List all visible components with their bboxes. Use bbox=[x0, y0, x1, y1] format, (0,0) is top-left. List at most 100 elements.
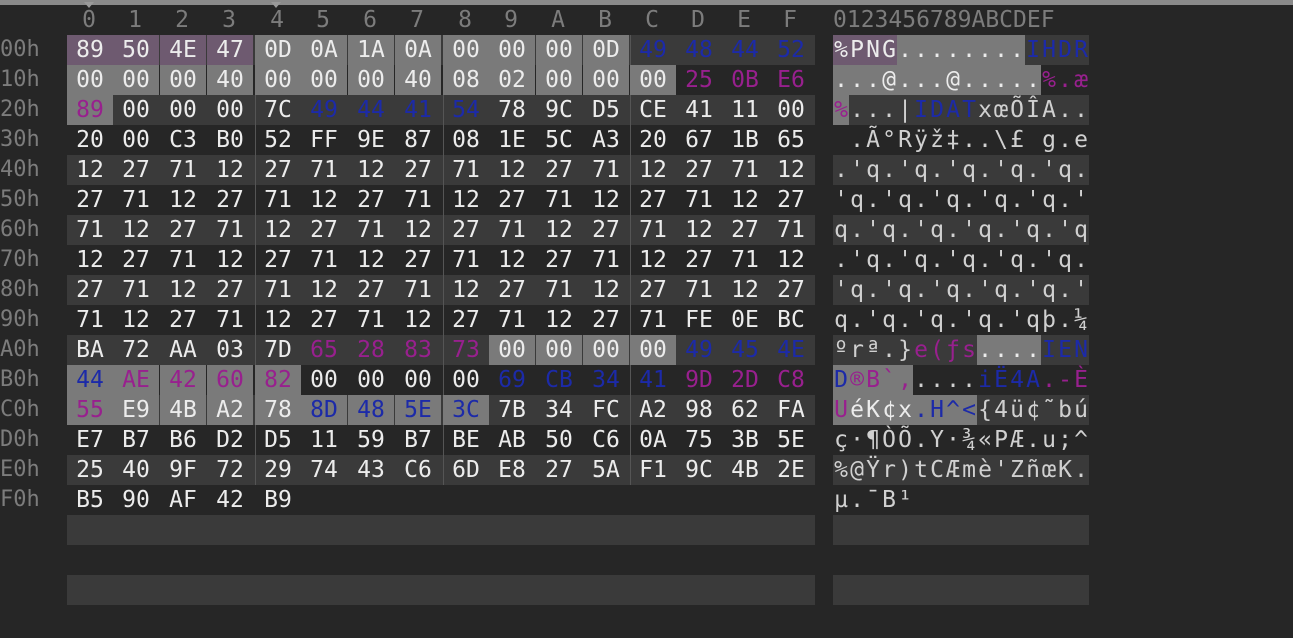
ascii-char-cell[interactable]: t bbox=[913, 455, 929, 485]
ascii-char-cell[interactable]: ' bbox=[849, 245, 865, 275]
ascii-char-cell[interactable]: - bbox=[1057, 365, 1073, 395]
ascii-char-cell[interactable]: q bbox=[913, 245, 929, 275]
ascii-char-cell[interactable]: q bbox=[929, 215, 945, 245]
ascii-char-cell[interactable]: ' bbox=[1009, 215, 1025, 245]
hex-byte-cell[interactable]: CB bbox=[536, 365, 582, 395]
ascii-char-cell[interactable]: ' bbox=[993, 245, 1009, 275]
ascii-char-cell[interactable]: ‚ bbox=[897, 365, 913, 395]
ascii-char-cell[interactable]: s bbox=[961, 335, 977, 365]
ascii-char-cell[interactable]: ' bbox=[897, 245, 913, 275]
hex-byte-cell[interactable]: 0E bbox=[722, 305, 768, 335]
ascii-char-cell[interactable]: . bbox=[993, 215, 1009, 245]
hex-byte-cell[interactable]: 20 bbox=[630, 125, 676, 155]
ascii-char-cell[interactable]: ' bbox=[961, 305, 977, 335]
hex-byte-cell[interactable]: AE bbox=[113, 365, 159, 395]
hex-byte-cell[interactable]: 71 bbox=[536, 185, 582, 215]
hex-byte-cell[interactable]: 7B bbox=[489, 395, 535, 425]
ascii-char-cell[interactable]: . bbox=[929, 245, 945, 275]
hex-byte-cell[interactable]: 00 bbox=[536, 35, 582, 65]
ascii-char-cell[interactable]: q bbox=[977, 215, 993, 245]
hex-byte-cell[interactable]: 71 bbox=[301, 245, 347, 275]
ascii-char-cell[interactable]: m bbox=[961, 455, 977, 485]
hex-byte-cell[interactable]: 78 bbox=[489, 95, 535, 125]
ascii-char-cell[interactable]: % bbox=[833, 35, 849, 65]
ascii-char-cell[interactable]: q bbox=[881, 215, 897, 245]
ascii-char-cell[interactable]: . bbox=[897, 305, 913, 335]
hex-byte-cell[interactable]: 71 bbox=[489, 305, 535, 335]
ascii-char-cell[interactable]: 4 bbox=[993, 395, 1009, 425]
hex-byte-cell[interactable]: A3 bbox=[583, 125, 629, 155]
ascii-char-cell[interactable]: q bbox=[849, 185, 865, 215]
hex-byte-cell[interactable]: 12 bbox=[583, 275, 629, 305]
hex-byte-cell[interactable]: 27 bbox=[489, 275, 535, 305]
hex-byte-cell[interactable]: 3C bbox=[443, 395, 489, 425]
hex-byte-cell[interactable]: 00 bbox=[113, 95, 159, 125]
ascii-char-cell[interactable]: . bbox=[849, 65, 865, 95]
ascii-char-cell[interactable]: . bbox=[945, 215, 961, 245]
ascii-char-cell[interactable]: ' bbox=[865, 305, 881, 335]
hex-byte-cell[interactable]: 5A bbox=[583, 455, 629, 485]
hex-byte-cell[interactable]: 47 bbox=[207, 35, 253, 65]
ascii-char-cell[interactable]: . bbox=[977, 35, 993, 65]
hex-byte-cell[interactable]: 71 bbox=[395, 275, 441, 305]
hex-byte-cell[interactable]: 65 bbox=[301, 335, 347, 365]
ascii-char-cell[interactable]: q bbox=[849, 275, 865, 305]
ascii-char-cell[interactable]: . bbox=[977, 155, 993, 185]
ascii-char-cell[interactable]: ‡ bbox=[945, 125, 961, 155]
ascii-char-cell[interactable]: è bbox=[977, 455, 993, 485]
hex-byte-cell[interactable]: 12 bbox=[395, 215, 441, 245]
hex-byte-cell[interactable]: FE bbox=[676, 305, 722, 335]
hex-byte-cell[interactable]: 71 bbox=[301, 155, 347, 185]
hex-byte-cell[interactable]: AF bbox=[160, 485, 206, 515]
hex-byte-cell[interactable]: 00 bbox=[443, 35, 489, 65]
ascii-char-cell[interactable]: Ë bbox=[993, 365, 1009, 395]
hex-byte-cell[interactable]: 9C bbox=[536, 95, 582, 125]
hex-byte-cell[interactable]: 69 bbox=[489, 365, 535, 395]
hex-byte-cell[interactable]: 27 bbox=[676, 155, 722, 185]
ascii-char-cell[interactable]: . bbox=[865, 95, 881, 125]
ascii-char-cell[interactable]: . bbox=[1025, 425, 1041, 455]
hex-byte-cell[interactable]: 49 bbox=[676, 335, 722, 365]
ascii-char-cell[interactable]: . bbox=[961, 365, 977, 395]
ascii-char-cell[interactable]: e bbox=[1073, 125, 1089, 155]
hex-byte-cell[interactable]: B6 bbox=[160, 425, 206, 455]
ascii-char-cell[interactable]: Y bbox=[929, 425, 945, 455]
hex-byte-cell[interactable]: FA bbox=[768, 395, 814, 425]
ascii-char-cell[interactable]: œ bbox=[1041, 455, 1057, 485]
hex-byte-cell[interactable]: 72 bbox=[113, 335, 159, 365]
ascii-char-cell[interactable]: ' bbox=[929, 185, 945, 215]
hex-byte-cell[interactable]: 1E bbox=[489, 125, 535, 155]
hex-byte-cell[interactable]: 52 bbox=[255, 125, 301, 155]
ascii-char-cell[interactable]: \ bbox=[993, 125, 1009, 155]
hex-byte-cell[interactable]: 12 bbox=[630, 245, 676, 275]
hex-byte-cell[interactable]: D5 bbox=[255, 425, 301, 455]
hex-byte-cell[interactable]: 40 bbox=[207, 65, 253, 95]
hex-byte-cell[interactable]: 12 bbox=[768, 155, 814, 185]
hex-byte-cell[interactable]: 71 bbox=[113, 275, 159, 305]
ascii-char-cell[interactable]: . bbox=[833, 245, 849, 275]
ascii-char-cell[interactable]: . bbox=[929, 65, 945, 95]
hex-byte-cell[interactable]: 0A bbox=[395, 35, 441, 65]
hex-byte-cell[interactable]: 2D bbox=[722, 365, 768, 395]
ascii-char-cell[interactable]: q bbox=[1041, 275, 1057, 305]
ascii-char-cell[interactable]: ¢ bbox=[1025, 395, 1041, 425]
hex-byte-cell[interactable]: 12 bbox=[113, 305, 159, 335]
hex-byte-cell[interactable]: 27 bbox=[255, 245, 301, 275]
ascii-char-cell[interactable]: ' bbox=[1009, 305, 1025, 335]
ascii-char-cell[interactable]: . bbox=[1009, 335, 1025, 365]
hex-byte-cell[interactable]: 27 bbox=[583, 305, 629, 335]
ascii-char-cell[interactable]: ü bbox=[1009, 395, 1025, 425]
hex-byte-cell[interactable]: 71 bbox=[443, 245, 489, 275]
hex-byte-cell[interactable]: 71 bbox=[395, 185, 441, 215]
ascii-char-cell[interactable]: U bbox=[833, 395, 849, 425]
hex-byte-cell[interactable]: 9D bbox=[676, 365, 722, 395]
hex-byte-cell[interactable]: 08 bbox=[443, 65, 489, 95]
ascii-char-cell[interactable]: . bbox=[1009, 65, 1025, 95]
ascii-char-cell[interactable]: . bbox=[977, 125, 993, 155]
ascii-char-cell[interactable]: q bbox=[1057, 245, 1073, 275]
ascii-char-cell[interactable]: ñ bbox=[1025, 455, 1041, 485]
hex-byte-cell[interactable]: 0D bbox=[583, 35, 629, 65]
ascii-char-cell[interactable]: Î bbox=[1025, 95, 1041, 125]
hex-byte-cell[interactable]: CE bbox=[630, 95, 676, 125]
hex-byte-cell[interactable]: 71 bbox=[583, 155, 629, 185]
